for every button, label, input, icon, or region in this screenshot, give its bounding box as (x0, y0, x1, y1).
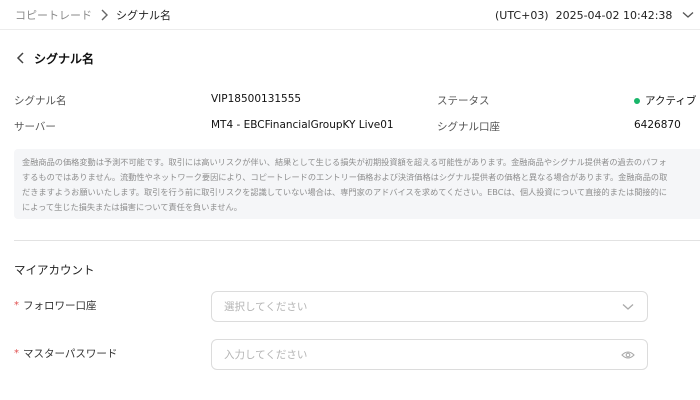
chevron-right-icon (96, 8, 112, 22)
page-header: シグナル名 (14, 48, 94, 68)
datetime-text: (UTC+03) 2025-04-02 10:42:38 (495, 8, 673, 22)
status-label: ステータス (437, 95, 490, 107)
timezone-clock-dropdown[interactable]: (UTC+03) 2025-04-02 10:42:38 (495, 0, 694, 30)
signal-name-label: シグナル名 (14, 95, 67, 107)
required-asterisk: * (14, 348, 19, 359)
follower-account-select[interactable]: 選択してください (211, 291, 648, 322)
status-value: アクティブ (645, 95, 697, 107)
signal-account-label: シグナル口座 (437, 121, 500, 133)
master-password-label: * マスターパスワード (14, 346, 117, 361)
page-title: シグナル名 (34, 51, 95, 66)
eye-icon[interactable] (621, 348, 635, 362)
top-bar: コピートレード シグナル名 (UTC+03) 2025-04-02 10:42:… (0, 0, 700, 30)
back-arrow-icon[interactable] (14, 51, 28, 65)
disclaimer-line: するものではありません。流動性やネットワーク要因により、コピートレードのエントリ… (22, 172, 668, 182)
server-label: サーバー (14, 121, 56, 133)
breadcrumb-copy-trade-link[interactable]: コピートレード (15, 7, 92, 23)
follower-account-label: * フォロワー口座 (14, 298, 97, 313)
required-asterisk: * (14, 300, 19, 311)
chevron-down-icon[interactable] (682, 9, 694, 21)
status-badge: アクティブ (634, 93, 696, 108)
section-divider (14, 240, 700, 241)
master-password-label-text: マスターパスワード (23, 348, 118, 360)
status-dot-icon (634, 97, 640, 104)
my-account-title: マイアカウント (14, 263, 95, 277)
chevron-down-icon[interactable] (621, 300, 635, 314)
disclaimer-line: だきますようお願いいたします。取引を行う前に取引リスクを認識していない場合は、専… (22, 187, 667, 197)
follower-account-label-text: フォロワー口座 (23, 300, 97, 312)
disclaimer-line: によって生じた損失または損害について責任を負いません。 (22, 202, 242, 212)
signal-account-value: 6426870 (634, 119, 681, 131)
server-value: MT4 - EBCFinancialGroupKY Live01 (211, 119, 394, 131)
breadcrumb-current: シグナル名 (116, 9, 171, 22)
breadcrumb: コピートレード シグナル名 (15, 0, 171, 30)
risk-disclaimer: 金融商品の価格変動は予測不可能です。取引には高いリスクが伴い、結果として生じる損… (14, 149, 700, 219)
follower-account-placeholder: 選択してください (224, 301, 308, 313)
disclaimer-line: 金融商品の価格変動は予測不可能です。取引には高いリスクが伴い、結果として生じる損… (22, 157, 667, 167)
signal-name-value: VIP18500131555 (211, 93, 302, 105)
master-password-field[interactable] (211, 339, 648, 370)
master-password-input[interactable] (224, 348, 621, 361)
